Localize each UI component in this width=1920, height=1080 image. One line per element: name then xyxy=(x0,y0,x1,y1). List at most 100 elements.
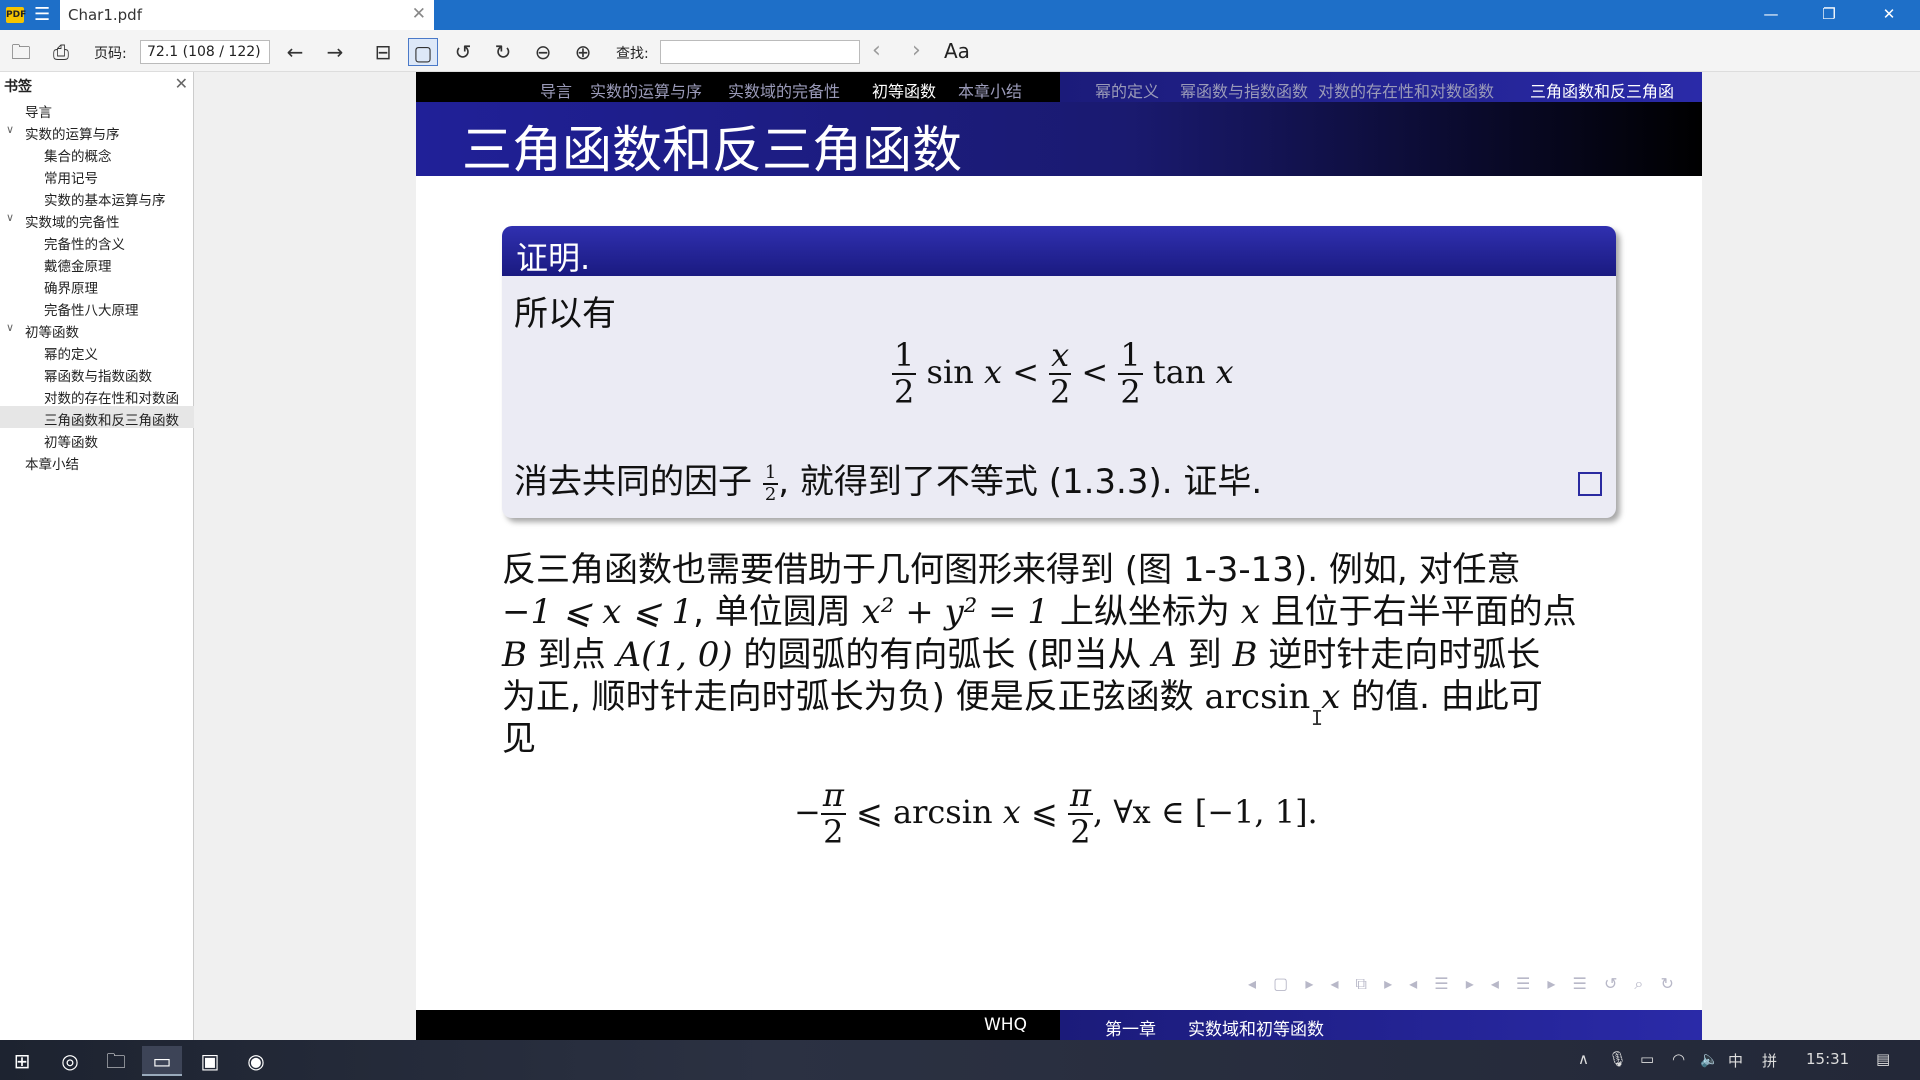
close-window-button[interactable]: ✕ xyxy=(1860,0,1918,30)
rotate-left-icon[interactable]: ↺ xyxy=(448,38,478,66)
beamer-navigation-symbols[interactable]: ◂ ▢ ▸ ◂ ⧉ ▸ ◂ ☰ ▸ ◂ ☰ ▸ ☰ ↺ ⌕ ↻ xyxy=(1248,974,1680,994)
arcsin-range-equation: − π 2 ⩽ arcsin x ⩽ π2, ∀x ∈ [−1, 1]. xyxy=(794,776,1318,852)
sidebar-header: 书签 ✕ xyxy=(0,72,194,96)
sidebar-item[interactable]: 常用记号 xyxy=(0,164,194,186)
sidebar-item[interactable]: 本章小结 xyxy=(0,450,194,472)
print-icon[interactable]: ⎙ xyxy=(46,38,76,66)
sidebar-item[interactable]: 完备性八大原理 xyxy=(0,296,194,318)
tab-title: Char1.pdf xyxy=(68,6,142,24)
nav-subsection-3[interactable]: 对数的存在性和对数函数 xyxy=(1318,78,1494,102)
sidebar-item[interactable]: 三角函数和反三角函数 xyxy=(0,406,194,428)
proof-line-1: 所以有 xyxy=(514,294,616,334)
find-previous-icon[interactable]: ‹ xyxy=(872,38,881,63)
sidebar-item[interactable]: 实数的基本运算与序 xyxy=(0,186,194,208)
sidebar-item[interactable]: ∨ 初等函数 xyxy=(0,318,194,340)
font-options-button[interactable]: Aa xyxy=(944,39,970,63)
document-tab[interactable]: Char1.pdf ✕ xyxy=(60,0,434,30)
sidebar-item-label: 导言 xyxy=(25,105,52,120)
file-explorer-icon[interactable]: 🗀 xyxy=(96,1046,136,1076)
sidebar-item[interactable]: 戴德金原理 xyxy=(0,252,194,274)
nav-subsection-1[interactable]: 幂的定义 xyxy=(1095,78,1159,102)
tab-close-icon[interactable]: ✕ xyxy=(412,4,426,24)
microphone-icon[interactable]: 🎙 xyxy=(1608,1050,1627,1068)
sidebar-item-label: 三角函数和反三角函数 xyxy=(44,413,179,428)
proof-block: 证明. 所以有 12 sin x < x2 < 12 tan x 消去共同的因子… xyxy=(502,226,1616,518)
ime-language[interactable]: 中 xyxy=(1728,1050,1743,1071)
sidebar-item-label: 常用记号 xyxy=(44,171,98,186)
sidebar-item-label: 确界原理 xyxy=(44,281,98,296)
paragraph-line-4: 为正, 顺时针走向时弧长为负) 便是反正弦函数 arcsin x 的值. 由此可 xyxy=(502,677,1543,717)
chat-app-icon[interactable]: ◉ xyxy=(236,1046,276,1076)
nav-section-3[interactable]: 实数域的完备性 xyxy=(728,78,840,102)
sidebar-item[interactable]: 集合的概念 xyxy=(0,142,194,164)
sidebar-item-label: 集合的概念 xyxy=(44,149,112,164)
nav-section-2[interactable]: 实数的运算与序 xyxy=(590,78,702,102)
paragraph-line-5: 见 xyxy=(502,719,536,759)
sidebar-item-label: 实数的运算与序 xyxy=(25,127,120,142)
sidebar-close-icon[interactable]: ✕ xyxy=(175,74,188,93)
beamer-footline: WHQ 第一章 实数域和初等函数 xyxy=(416,1010,1702,1040)
hamburger-menu-icon[interactable]: ☰ xyxy=(34,6,54,24)
open-folder-icon[interactable]: 🗀 xyxy=(6,38,36,66)
toolbar: 🗀 ⎙ 页码: 72.1 (108 / 122) ← → ⊟ ▢ ↺ ↻ ⊖ ⊕… xyxy=(0,30,1920,72)
notification-icon[interactable]: ▤ xyxy=(1876,1050,1890,1068)
expand-chevron-icon[interactable]: ∨ xyxy=(6,321,18,334)
sidebar-item[interactable]: 完备性的含义 xyxy=(0,230,194,252)
sidebar-item[interactable]: 幂函数与指数函数 xyxy=(0,362,194,384)
sidebar-item[interactable]: ∨ 实数的运算与序 xyxy=(0,120,194,142)
search-input[interactable] xyxy=(660,40,860,64)
nav-subsection-2[interactable]: 幂函数与指数函数 xyxy=(1180,78,1308,102)
expand-chevron-icon[interactable]: ∨ xyxy=(6,123,18,136)
clock[interactable]: 15:31 xyxy=(1806,1050,1849,1068)
nav-section-5[interactable]: 本章小结 xyxy=(958,78,1022,102)
app-logo-icon: PDF xyxy=(6,7,26,23)
forward-arrow-icon[interactable]: → xyxy=(320,38,350,66)
sidebar-item[interactable]: ∨ 实数域的完备性 xyxy=(0,208,194,230)
nav-section-4[interactable]: 初等函数 xyxy=(872,78,936,102)
media-app-icon[interactable]: ▣ xyxy=(190,1046,230,1076)
continuous-scroll-icon[interactable]: ⊟ xyxy=(368,38,398,66)
expand-chevron-icon[interactable]: ∨ xyxy=(6,211,18,224)
text-cursor-icon: I xyxy=(1311,706,1324,730)
tray-chevron-icon[interactable]: ∧ xyxy=(1578,1050,1589,1068)
footer-title: 实数域和初等函数 xyxy=(1188,1020,1324,1040)
sidebar-item-label: 初等函数 xyxy=(44,435,98,450)
rotate-right-icon[interactable]: ↻ xyxy=(488,38,518,66)
sidebar-item[interactable]: 确界原理 xyxy=(0,274,194,296)
sidebar-item-label: 戴德金原理 xyxy=(44,259,112,274)
single-page-icon[interactable]: ▢ xyxy=(408,38,438,66)
title-bar: PDF ☰ Char1.pdf ✕ — ❐ ✕ xyxy=(0,0,1920,30)
sidebar-item-label: 幂的定义 xyxy=(44,347,98,362)
start-menu-icon[interactable]: ⊞ xyxy=(2,1046,42,1076)
nav-section-1[interactable]: 导言 xyxy=(540,78,572,102)
search-label: 查找: xyxy=(616,46,649,62)
back-arrow-icon[interactable]: ← xyxy=(280,38,310,66)
minimize-button[interactable]: — xyxy=(1742,0,1800,30)
wifi-icon[interactable]: ◠ xyxy=(1672,1050,1685,1068)
pdf-reader-taskbar-icon[interactable]: ▭ xyxy=(142,1046,182,1076)
inequality-equation: 12 sin x < x2 < 12 tan x xyxy=(892,336,1234,412)
battery-icon[interactable]: ▭ xyxy=(1640,1050,1654,1068)
sidebar-item-label: 实数域的完备性 xyxy=(25,215,120,230)
sidebar-item-label: 初等函数 xyxy=(25,325,79,340)
restore-button[interactable]: ❐ xyxy=(1800,0,1858,30)
nav-subsection-4[interactable]: 三角函数和反三角函 xyxy=(1530,78,1674,102)
zoom-in-icon[interactable]: ⊕ xyxy=(568,38,598,66)
sidebar-item[interactable]: 幂的定义 xyxy=(0,340,194,362)
page-number-input[interactable]: 72.1 (108 / 122) xyxy=(140,40,270,64)
zoom-out-icon[interactable]: ⊖ xyxy=(528,38,558,66)
subsection-nav: 幂的定义 幂函数与指数函数 对数的存在性和对数函数 三角函数和反三角函 xyxy=(1060,72,1702,102)
slide-page: 导言 实数的运算与序 实数域的完备性 初等函数 本章小结 幂的定义 幂函数与指数… xyxy=(416,72,1702,1040)
sidebar-item[interactable]: 导言 xyxy=(0,98,194,120)
frame-title-bar: 三角函数和反三角函数 xyxy=(416,102,1702,179)
browser-icon[interactable]: ◎ xyxy=(50,1046,90,1076)
ime-mode[interactable]: 拼 xyxy=(1762,1050,1777,1071)
sidebar-item[interactable]: 初等函数 xyxy=(0,428,194,450)
bookmarks-sidebar: 书签 ✕ 导言 ∨ 实数的运算与序集合的概念常用记号实数的基本运算与序 ∨ 实数域的完备… xyxy=(0,72,194,1040)
proof-line-3: 消去共同的因子 12, 就得到了不等式 (1.3.3). 证毕. xyxy=(514,461,1263,505)
sidebar-item-label: 实数的基本运算与序 xyxy=(44,193,166,208)
proof-block-header: 证明. xyxy=(502,226,1616,277)
find-next-icon[interactable]: › xyxy=(912,38,921,63)
volume-icon[interactable]: 🔈 xyxy=(1700,1050,1719,1068)
sidebar-item[interactable]: 对数的存在性和对数函 xyxy=(0,384,194,406)
